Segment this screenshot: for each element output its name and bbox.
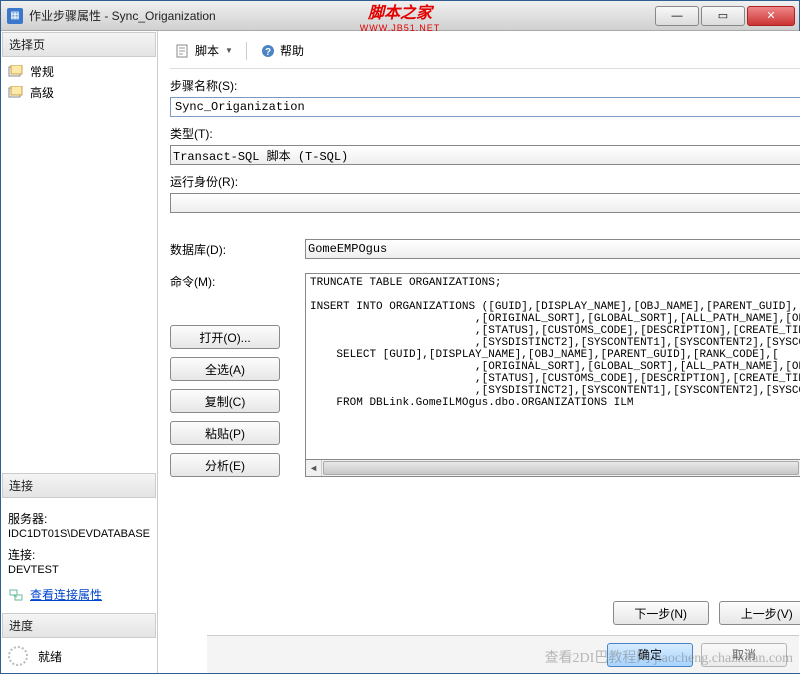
step-name-input[interactable] (170, 97, 800, 117)
dropdown-arrow-icon: ▼ (225, 46, 233, 55)
scroll-thumb[interactable] (323, 461, 799, 475)
database-row: 数据库(D): GomeEMPOgus ▼ (170, 239, 800, 259)
spinner-icon (8, 646, 28, 666)
dialog-window: ▦ 作业步骤属性 - Sync_Origanization 脚本之家 WWW.J… (0, 0, 800, 674)
svg-text:?: ? (265, 47, 271, 58)
analyze-button[interactable]: 分析(E) (170, 453, 280, 477)
connection-icon (8, 588, 24, 602)
command-left: 命令(M): 打开(O)... 全选(A) 复制(C) 粘贴(P) 分析(E) (170, 273, 305, 477)
page-icon (8, 86, 24, 100)
command-label: 命令(M): (170, 273, 305, 290)
dialog-body: 选择页 常规 高级 连接 服务器: IDC1DT01S\DEVDATABASE … (1, 31, 799, 673)
toolbar-separator (246, 42, 247, 60)
view-connection-row: 查看连接属性 (8, 586, 150, 603)
minimize-button[interactable]: — (655, 6, 699, 26)
main-panel: 脚本 ▼ ? 帮助 步骤名称(S): 类型(T): Transact-SQL 脚… (158, 31, 800, 673)
page-label: 高级 (30, 84, 54, 101)
help-icon: ? (260, 43, 276, 59)
watermark: 脚本之家 WWW.JB51.NET (360, 0, 441, 33)
window-title: 作业步骤属性 - Sync_Origanization (29, 7, 216, 24)
script-label: 脚本 (195, 42, 219, 59)
page-icon (8, 65, 24, 79)
command-right: TRUNCATE TABLE ORGANIZATIONS; INSERT INT… (305, 273, 800, 477)
prev-button[interactable]: 上一步(V) (719, 601, 800, 625)
type-row: 类型(T): Transact-SQL 脚本 (T-SQL) ▼ (170, 125, 800, 165)
titlebar[interactable]: ▦ 作业步骤属性 - Sync_Origanization 脚本之家 WWW.J… (1, 1, 799, 31)
progress-block: 就绪 (2, 640, 156, 672)
help-label: 帮助 (280, 42, 304, 59)
app-icon: ▦ (7, 8, 23, 24)
cancel-button[interactable]: 取消 (701, 643, 787, 667)
step-name-label: 步骤名称(S): (170, 77, 800, 94)
page-item-general[interactable]: 常规 (8, 61, 150, 82)
connection-info: 服务器: IDC1DT01S\DEVDATABASE 连接: DEVTEST 查… (2, 500, 156, 613)
close-button[interactable]: ✕ (747, 6, 795, 26)
window-controls: — ▭ ✕ (655, 6, 795, 26)
step-nav-buttons: 下一步(N) 上一步(V) (613, 601, 800, 625)
next-button[interactable]: 下一步(N) (613, 601, 709, 625)
select-all-button[interactable]: 全选(A) (170, 357, 280, 381)
server-label: 服务器: (8, 510, 150, 527)
command-editor[interactable]: TRUNCATE TABLE ORGANIZATIONS; INSERT INT… (305, 273, 800, 460)
connection-header: 连接 (2, 473, 156, 498)
page-label: 常规 (30, 63, 54, 80)
maximize-button[interactable]: ▭ (701, 6, 745, 26)
command-buttons: 打开(O)... 全选(A) 复制(C) 粘贴(P) 分析(E) (170, 325, 305, 477)
server-value: IDC1DT01S\DEVDATABASE (8, 528, 150, 540)
ok-button[interactable]: 确定 (607, 643, 693, 667)
dialog-footer: 确定 取消 (207, 635, 799, 673)
command-area: 命令(M): 打开(O)... 全选(A) 复制(C) 粘贴(P) 分析(E) … (170, 273, 800, 477)
page-item-advanced[interactable]: 高级 (8, 82, 150, 103)
type-value: Transact-SQL 脚本 (T-SQL) (173, 147, 348, 164)
step-name-row: 步骤名称(S): (170, 77, 800, 117)
paste-button[interactable]: 粘贴(P) (170, 421, 280, 445)
database-combo[interactable]: GomeEMPOgus ▼ (305, 239, 800, 259)
scroll-left-icon[interactable]: ◄ (306, 460, 322, 476)
open-button[interactable]: 打开(O)... (170, 325, 280, 349)
type-label: 类型(T): (170, 125, 800, 142)
select-page-header: 选择页 (2, 32, 156, 57)
script-button[interactable]: 脚本 ▼ (170, 39, 238, 62)
copy-button[interactable]: 复制(C) (170, 389, 280, 413)
sidebar: 选择页 常规 高级 连接 服务器: IDC1DT01S\DEVDATABASE … (1, 31, 158, 673)
type-combo[interactable]: Transact-SQL 脚本 (T-SQL) ▼ (170, 145, 800, 165)
runas-combo[interactable]: ▼ (170, 193, 800, 213)
progress-header: 进度 (2, 613, 156, 638)
page-list: 常规 高级 (2, 59, 156, 113)
connection-value: DEVTEST (8, 564, 150, 576)
horizontal-scrollbar[interactable]: ◄ ► (305, 460, 800, 477)
toolbar: 脚本 ▼ ? 帮助 (170, 39, 800, 69)
runas-row: 运行身份(R): ▼ (170, 173, 800, 213)
help-button[interactable]: ? 帮助 (255, 39, 309, 62)
database-value: GomeEMPOgus (308, 242, 387, 256)
script-icon (175, 43, 191, 59)
view-connection-link[interactable]: 查看连接属性 (30, 586, 102, 603)
progress-status: 就绪 (38, 648, 62, 665)
database-label: 数据库(D): (170, 241, 305, 258)
runas-label: 运行身份(R): (170, 173, 800, 190)
connection-label: 连接: (8, 546, 150, 563)
